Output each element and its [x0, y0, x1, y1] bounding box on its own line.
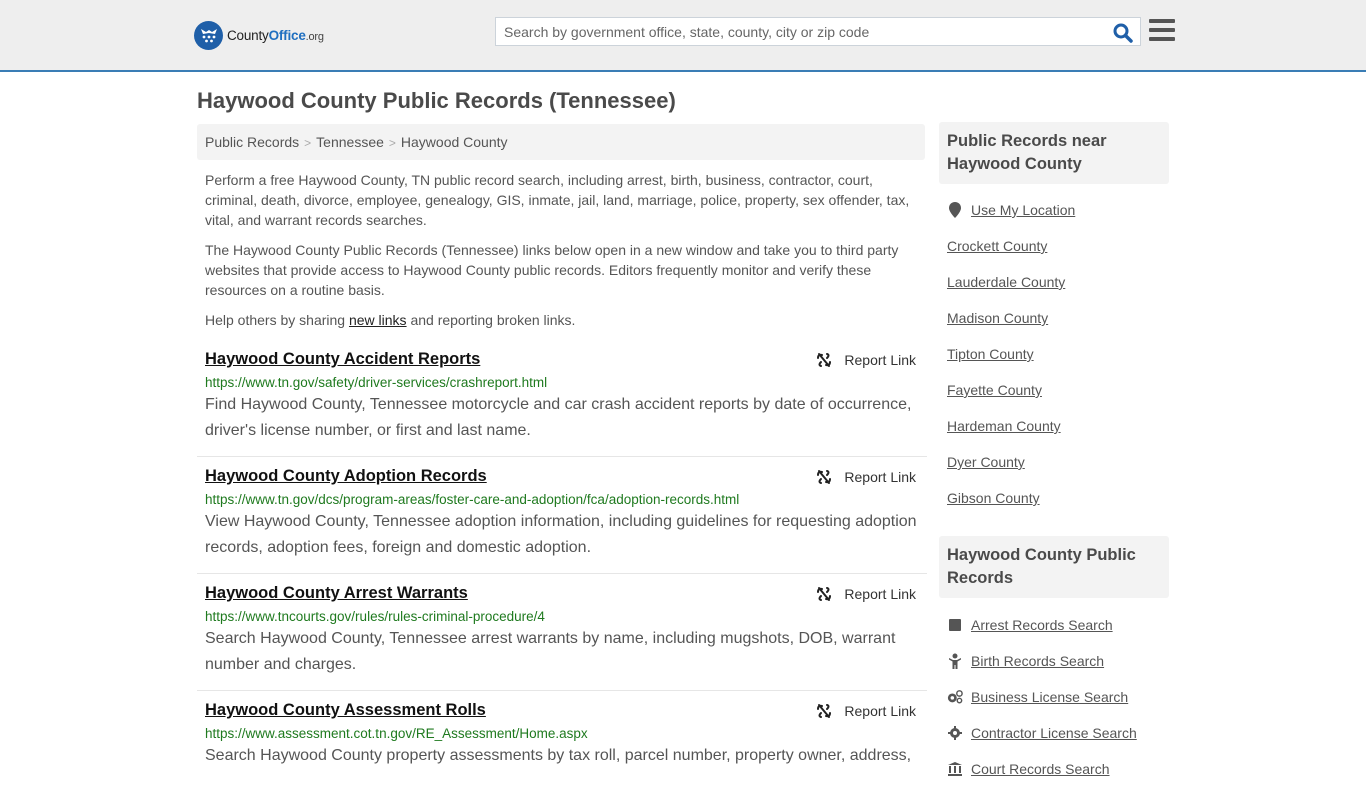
sidebar-heading: Haywood County Public Records: [939, 536, 1169, 598]
broken-link-icon: [817, 587, 832, 601]
sidebar-county-records: Haywood County Public Records Arrest Rec…: [939, 536, 1169, 787]
nearby-county-item: Hardeman County: [947, 408, 1169, 444]
record-item: Haywood County Arrest Warrants Report Li…: [197, 574, 927, 691]
record-title-link[interactable]: Haywood County Arrest Warrants: [205, 584, 468, 603]
nearby-county-item: Lauderdale County: [947, 264, 1169, 300]
menu-bar: [1149, 37, 1175, 41]
record-search-item: Business License Search: [947, 679, 1169, 715]
report-link-label: Report Link: [844, 469, 916, 485]
broken-link-icon: [817, 470, 832, 484]
breadcrumb-separator: >: [304, 136, 312, 150]
nearby-county-link[interactable]: Tipton County: [947, 346, 1034, 362]
intro-text: Perform a free Haywood County, TN public…: [205, 170, 920, 340]
report-link-button[interactable]: Report Link: [816, 469, 916, 485]
nearby-county-item: Gibson County: [947, 480, 1169, 516]
site-logo[interactable]: CountyOffice.org: [194, 20, 324, 50]
record-search-item: Birth Records Search: [947, 643, 1169, 679]
record-search-item: Arrest Records Search: [947, 607, 1169, 643]
logo-prefix: County: [227, 27, 269, 43]
eagle-stars-logo-icon: [194, 20, 223, 50]
report-link-button[interactable]: Report Link: [816, 703, 916, 719]
breadcrumb-public-records[interactable]: Public Records: [205, 134, 299, 150]
nearby-county-item: Fayette County: [947, 372, 1169, 408]
record-list: Haywood County Accident Reports Report L…: [197, 340, 927, 808]
share-text: and reporting broken links.: [406, 312, 576, 328]
square-icon: [947, 617, 963, 633]
breadcrumb: Public Records > Tennessee > Haywood County: [197, 124, 925, 160]
breadcrumb-separator: >: [388, 136, 396, 150]
gear-icon: [947, 725, 963, 741]
record-description: Find Haywood County, Tennessee motorcycl…: [205, 396, 912, 439]
sidebar-nearby: Public Records near Haywood County Use M…: [939, 122, 1169, 516]
nearby-county-link[interactable]: Madison County: [947, 310, 1048, 326]
record-description: Search Haywood County property assessmen…: [205, 747, 912, 764]
record-url[interactable]: https://www.assessment.cot.tn.gov/RE_Ass…: [205, 726, 919, 741]
report-link-button[interactable]: Report Link: [816, 586, 916, 602]
record-title-link[interactable]: Haywood County Accident Reports: [205, 350, 480, 369]
page-title: Haywood County Public Records (Tennessee…: [197, 88, 676, 113]
new-links-link[interactable]: new links: [349, 312, 407, 328]
menu-bar: [1149, 28, 1175, 32]
record-item: Haywood County Accident Reports Report L…: [197, 340, 927, 457]
intro-paragraph: Perform a free Haywood County, TN public…: [205, 172, 910, 228]
arrest-records-search-link[interactable]: Arrest Records Search: [971, 617, 1113, 633]
report-link-label: Report Link: [844, 586, 916, 602]
record-title-link[interactable]: Haywood County Assessment Rolls: [205, 701, 486, 720]
contractor-license-search-link[interactable]: Contractor License Search: [971, 725, 1137, 741]
intro-paragraph: The Haywood County Public Records (Tenne…: [205, 242, 899, 298]
site-header: CountyOffice.org: [0, 0, 1366, 72]
record-url[interactable]: https://www.tn.gov/dcs/program-areas/fos…: [205, 492, 919, 507]
county-records-list: Arrest Records Search Birth Records Sear…: [939, 607, 1169, 787]
menu-bar: [1149, 19, 1175, 23]
hamburger-menu-icon[interactable]: [1149, 19, 1175, 43]
nearby-county-item: Dyer County: [947, 444, 1169, 480]
map-marker-icon: [947, 202, 963, 218]
nearby-county-item: Tipton County: [947, 336, 1169, 372]
report-link-button[interactable]: Report Link: [816, 352, 916, 368]
business-license-search-link[interactable]: Business License Search: [971, 689, 1128, 705]
report-link-label: Report Link: [844, 703, 916, 719]
use-location-item: Use My Location: [947, 192, 1169, 228]
record-description: Search Haywood County, Tennessee arrest …: [205, 630, 896, 673]
record-url[interactable]: https://www.tncourts.gov/rules/rules-cri…: [205, 609, 919, 624]
courthouse-icon: [947, 761, 963, 777]
cogs-icon: [947, 689, 963, 705]
breadcrumb-haywood-county[interactable]: Haywood County: [401, 134, 508, 150]
breadcrumb-tennessee[interactable]: Tennessee: [316, 134, 384, 150]
report-link-label: Report Link: [844, 352, 916, 368]
birth-records-search-link[interactable]: Birth Records Search: [971, 653, 1104, 669]
nearby-county-link[interactable]: Dyer County: [947, 454, 1025, 470]
record-url[interactable]: https://www.tn.gov/safety/driver-service…: [205, 375, 919, 390]
nearby-county-link[interactable]: Crockett County: [947, 238, 1047, 254]
search-button[interactable]: [1112, 22, 1134, 44]
logo-brand: Office: [268, 27, 306, 43]
nearby-county-item: Madison County: [947, 300, 1169, 336]
record-search-item: Court Records Search: [947, 751, 1169, 787]
nearby-county-link[interactable]: Fayette County: [947, 382, 1042, 398]
nearby-county-link[interactable]: Gibson County: [947, 490, 1040, 506]
search-icon: [1113, 23, 1133, 43]
nearby-list: Use My Location Crockett County Lauderda…: [939, 192, 1169, 516]
nearby-county-link[interactable]: Hardeman County: [947, 418, 1061, 434]
record-search-item: Contractor License Search: [947, 715, 1169, 751]
record-item: Haywood County Assessment Rolls Report L…: [197, 691, 927, 808]
record-title-link[interactable]: Haywood County Adoption Records: [205, 467, 487, 486]
logo-suffix: .org: [305, 30, 324, 43]
use-my-location-link[interactable]: Use My Location: [971, 202, 1075, 218]
logo-wordmark: CountyOffice.org: [227, 28, 324, 43]
broken-link-icon: [817, 704, 832, 718]
search-bar: [495, 17, 1141, 46]
court-records-search-link[interactable]: Court Records Search: [971, 761, 1110, 777]
share-text: Help others by sharing: [205, 312, 349, 328]
sidebar-heading: Public Records near Haywood County: [939, 122, 1169, 184]
record-description: View Haywood County, Tennessee adoption …: [205, 513, 917, 556]
nearby-county-link[interactable]: Lauderdale County: [947, 274, 1065, 290]
search-input[interactable]: [496, 18, 1096, 45]
child-icon: [947, 653, 963, 669]
broken-link-icon: [817, 353, 832, 367]
share-links-paragraph: Help others by sharing new links and rep…: [205, 310, 920, 330]
record-item: Haywood County Adoption Records Report L…: [197, 457, 927, 574]
nearby-county-item: Crockett County: [947, 228, 1169, 264]
